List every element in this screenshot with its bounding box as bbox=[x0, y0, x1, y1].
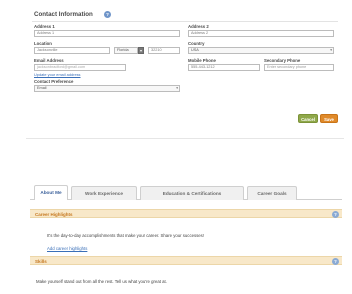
zip-input[interactable]: 32210 bbox=[148, 47, 180, 54]
panel-header: Skills ? bbox=[30, 256, 342, 265]
panel-description: Make yourself stand out from all the res… bbox=[36, 279, 167, 284]
profile-tabs: About Me Work Experience Education & Cer… bbox=[30, 182, 342, 200]
panel-title: Career Highlights bbox=[35, 212, 73, 217]
address2-label: Address 2 bbox=[188, 24, 209, 29]
tab-work-experience[interactable]: Work Experience bbox=[71, 186, 137, 200]
help-icon[interactable]: ? bbox=[332, 211, 339, 218]
secondary-phone-label: Secondary Phone bbox=[264, 58, 301, 63]
mobile-phone-label: Mobile Phone bbox=[188, 58, 216, 63]
address1-label: Address 1 bbox=[34, 24, 55, 29]
email-input[interactable]: jacksonbradford@gmail.com bbox=[34, 64, 126, 71]
tab-about-me[interactable]: About Me bbox=[34, 185, 68, 200]
location-label: Location bbox=[34, 41, 52, 46]
country-value: USA bbox=[191, 48, 199, 52]
section-title: Contact Information bbox=[34, 11, 93, 18]
save-button[interactable]: Save bbox=[320, 114, 338, 123]
help-icon[interactable]: ? bbox=[332, 258, 339, 265]
country-label: Country bbox=[188, 41, 205, 46]
chevron-down-icon: ▾ bbox=[176, 86, 178, 90]
update-email-link[interactable]: Update your email address bbox=[34, 72, 81, 77]
panel-description: It's the day-to-day accomplishments that… bbox=[47, 233, 205, 238]
chevron-down-icon: ▾ bbox=[330, 48, 332, 52]
state-dropdown-icon[interactable] bbox=[138, 47, 144, 54]
contact-preference-value: Email bbox=[37, 86, 47, 90]
mobile-phone-input[interactable]: 555-443-1212 bbox=[188, 64, 260, 71]
title-divider bbox=[32, 21, 338, 22]
add-career-highlights-link[interactable]: Add career highlights bbox=[47, 246, 87, 251]
career-highlights-panel: Career Highlights ? It's the day-to-day … bbox=[30, 209, 342, 251]
panel-header: Career Highlights ? bbox=[30, 209, 342, 218]
help-icon[interactable]: ? bbox=[104, 11, 111, 18]
skills-panel: Skills ? Make yourself stand out from al… bbox=[30, 256, 342, 292]
secondary-phone-input[interactable]: Enter secondary phone bbox=[264, 64, 334, 71]
address2-input[interactable]: Address 2 bbox=[188, 30, 334, 37]
city-input[interactable]: Jacksonville bbox=[34, 47, 110, 54]
tab-career-goals[interactable]: Career Goals bbox=[247, 186, 297, 200]
section-divider bbox=[26, 138, 344, 139]
tab-education-certifications[interactable]: Education & Certifications bbox=[140, 186, 244, 200]
contact-preference-label: Contact Preference bbox=[34, 79, 74, 84]
state-value: Florida bbox=[117, 48, 129, 52]
panel-title: Skills bbox=[35, 259, 47, 264]
contact-information-form: Contact Information ? Address 1 Address … bbox=[26, 4, 344, 132]
email-label: Email Address bbox=[34, 58, 64, 63]
cancel-button[interactable]: Cancel bbox=[298, 114, 318, 123]
contact-preference-select[interactable]: Email ▾ bbox=[34, 85, 180, 92]
country-select[interactable]: USA ▾ bbox=[188, 47, 334, 54]
state-select[interactable]: Florida bbox=[114, 47, 138, 54]
profile-page: Contact Information ? Address 1 Address … bbox=[2, 2, 350, 294]
address1-input[interactable]: Address 1 bbox=[34, 30, 180, 37]
